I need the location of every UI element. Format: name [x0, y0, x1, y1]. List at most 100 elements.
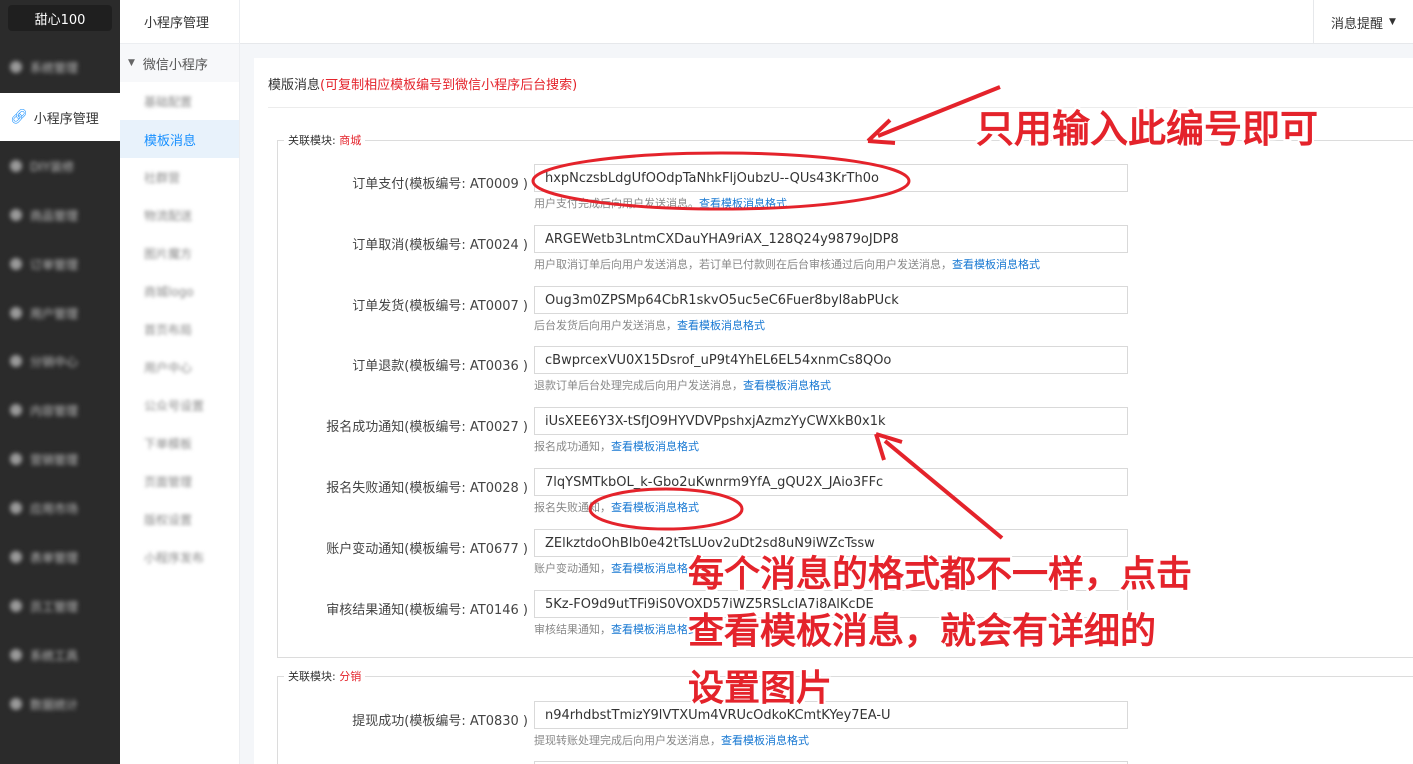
- staff-icon: [10, 600, 22, 612]
- subnav-item[interactable]: 下单模板: [120, 424, 239, 462]
- view-format-link[interactable]: 查看模板消息格式: [699, 197, 787, 210]
- row-help: 账户变动通知，查看模板消息格式: [534, 560, 699, 576]
- goods-icon: [10, 209, 22, 221]
- sidebar-item-label: 应用市场: [30, 501, 79, 516]
- stats-icon: [10, 698, 22, 710]
- sidebar-item-miniprogram[interactable]: 🔗︎ 小程序管理: [0, 93, 120, 141]
- subnav-item-template-message[interactable]: 模板消息: [120, 120, 239, 158]
- link-icon: 🔗︎: [10, 109, 28, 125]
- sidebar-item-tools[interactable]: 系统工具: [0, 635, 120, 675]
- sidebar-item-label: 营销管理: [30, 452, 79, 467]
- sidebar-item-content[interactable]: 内容管理: [0, 390, 120, 430]
- notice-label: 消息提醒: [1331, 16, 1384, 32]
- apps-icon: [10, 502, 22, 514]
- subnav-group-wechat[interactable]: ▼ 微信小程序: [120, 44, 239, 82]
- module-legend-name: 商城: [339, 134, 362, 147]
- template-id-input[interactable]: [534, 225, 1128, 253]
- module-legend: 关联模块: 商城: [284, 132, 366, 148]
- subnav-item[interactable]: 公众号设置: [120, 386, 239, 424]
- sidebar-item-label: 员工管理: [30, 599, 79, 614]
- sidebar-item-label: 小程序管理: [33, 111, 99, 127]
- subnav-item[interactable]: 物流配送: [120, 196, 239, 234]
- brand-logo[interactable]: 甜心100: [8, 5, 112, 31]
- sidebar-item-label: DIY装修: [30, 159, 75, 174]
- caret-down-icon: ▼: [1389, 17, 1396, 27]
- sidebar-item-forms[interactable]: 表单管理: [0, 537, 120, 577]
- sidebar-item-goods[interactable]: 商品管理: [0, 195, 120, 235]
- row-help: 报名成功通知，查看模板消息格式: [534, 438, 699, 454]
- sidebar-item-marketing[interactable]: 营销管理: [0, 439, 120, 479]
- row-help: 用户取消订单后向用户发送消息，若订单已付款则在后台审核通过后向用户发送消息，查看…: [534, 256, 1040, 272]
- page-title-text: 模版消息: [268, 78, 321, 93]
- row-label: 提现成功(模板编号: AT0830 ): [352, 714, 528, 729]
- main-sidebar: 甜心100 系统管理 🔗︎ 小程序管理 DIY装修 商品管理 订单管理 用户管理 …: [0, 0, 120, 764]
- template-row: 报名失败通知(模板编号: AT0028 ) 报名失败通知，查看模板消息格式: [277, 468, 1413, 518]
- template-id-input[interactable]: [534, 407, 1128, 435]
- subnav-item[interactable]: 基础配置: [120, 82, 239, 120]
- sidebar-item-label: 订单管理: [30, 257, 79, 272]
- row-label: 订单支付(模板编号: AT0009 ): [352, 177, 528, 192]
- subnav-item[interactable]: 商城logo: [120, 272, 239, 310]
- subnav-group-label: 微信小程序: [142, 57, 208, 73]
- tools-icon: [10, 649, 22, 661]
- help-text: 报名失败通知，: [534, 501, 611, 514]
- sub-navigation: 小程序管理 ▼ 微信小程序 基础配置 模板消息 社群营 物流配送 图片魔方 商城l…: [120, 0, 240, 764]
- sidebar-item-users[interactable]: 用户管理: [0, 293, 120, 333]
- view-format-link[interactable]: 查看模板消息格式: [611, 562, 699, 575]
- sidebar-item-orders[interactable]: 订单管理: [0, 244, 120, 284]
- template-id-input[interactable]: [534, 468, 1128, 496]
- caret-down-icon: ▼: [128, 58, 135, 68]
- sidebar-item-diy[interactable]: DIY装修: [0, 146, 120, 186]
- users-icon: [10, 307, 22, 319]
- template-id-input[interactable]: [534, 164, 1128, 192]
- row-label: 账户变动通知(模板编号: AT0677 ): [326, 542, 528, 557]
- sidebar-item-stats[interactable]: 数据统计: [0, 684, 120, 724]
- subnav-item[interactable]: 版权设置: [120, 500, 239, 538]
- sidebar-item-system[interactable]: 系统管理: [0, 47, 120, 87]
- sidebar-item-distribution[interactable]: 分销中心: [0, 341, 120, 381]
- annotation-note-2-line: 每个消息的格式都不一样，点击: [688, 554, 1193, 595]
- annotation-note-2-line: 查看模板消息，就会有详细的: [688, 611, 1157, 652]
- sidebar-item-label: 分销中心: [30, 354, 79, 369]
- annotation-note-2: 每个消息的格式都不一样，点击 查看模板消息，就会有详细的 设置图片: [688, 546, 1328, 717]
- subnav-item[interactable]: 页面管理: [120, 462, 239, 500]
- marketing-icon: [10, 453, 22, 465]
- help-text: 提现转账处理完成后向用户发送消息，: [534, 734, 721, 747]
- view-format-link[interactable]: 查看模板消息格式: [677, 319, 765, 332]
- template-id-input[interactable]: [534, 286, 1128, 314]
- template-id-input[interactable]: [534, 346, 1128, 374]
- notice-dropdown[interactable]: 消息提醒 ▼: [1313, 0, 1413, 44]
- sidebar-item-label: 内容管理: [30, 403, 79, 418]
- subnav-item[interactable]: 图片魔方: [120, 234, 239, 272]
- row-help: 报名失败通知，查看模板消息格式: [534, 499, 699, 515]
- subnav-item[interactable]: 社群营: [120, 158, 239, 196]
- subnav-item[interactable]: 用户中心: [120, 348, 239, 386]
- row-help: 退款订单后台处理完成后向用户发送消息，查看模板消息格式: [534, 377, 831, 393]
- sidebar-item-apps[interactable]: 应用市场: [0, 488, 120, 528]
- row-label: 报名失败通知(模板编号: AT0028 ): [326, 481, 528, 496]
- view-format-link[interactable]: 查看模板消息格式: [721, 734, 809, 747]
- row-label: 报名成功通知(模板编号: AT0027 ): [326, 420, 528, 435]
- distribution-icon: [10, 355, 22, 367]
- view-format-link[interactable]: 查看模板消息格式: [743, 379, 831, 392]
- subnav-title: 小程序管理: [120, 0, 239, 44]
- help-text: 后台发货后向用户发送消息，: [534, 319, 677, 332]
- help-text: 用户取消订单后向用户发送消息，若订单已付款则在后台审核通过后向用户发送消息，: [534, 258, 952, 271]
- sidebar-item-staff[interactable]: 员工管理: [0, 586, 120, 626]
- row-help: 审核结果通知，查看模板消息格式: [534, 621, 699, 637]
- view-format-link[interactable]: 查看模板消息格式: [611, 501, 699, 514]
- help-text: 审核结果通知，: [534, 623, 611, 636]
- content-icon: [10, 404, 22, 416]
- subnav-item[interactable]: 小程序发布: [120, 538, 239, 576]
- row-help: 后台发货后向用户发送消息，查看模板消息格式: [534, 317, 765, 333]
- view-format-link[interactable]: 查看模板消息格式: [611, 623, 699, 636]
- view-format-link[interactable]: 查看模板消息格式: [952, 258, 1040, 271]
- subnav-item[interactable]: 首页布局: [120, 310, 239, 348]
- annotation-note-2-line: 设置图片: [688, 668, 833, 709]
- row-label: 审核结果通知(模板编号: AT0146 ): [326, 603, 528, 618]
- forms-icon: [10, 551, 22, 563]
- help-text: 报名成功通知，: [534, 440, 611, 453]
- view-format-link[interactable]: 查看模板消息格式: [611, 440, 699, 453]
- row-label: 订单取消(模板编号: AT0024 ): [352, 238, 528, 253]
- page-title-hint: (可复制相应模板编号到微信小程序后台搜索): [320, 78, 578, 93]
